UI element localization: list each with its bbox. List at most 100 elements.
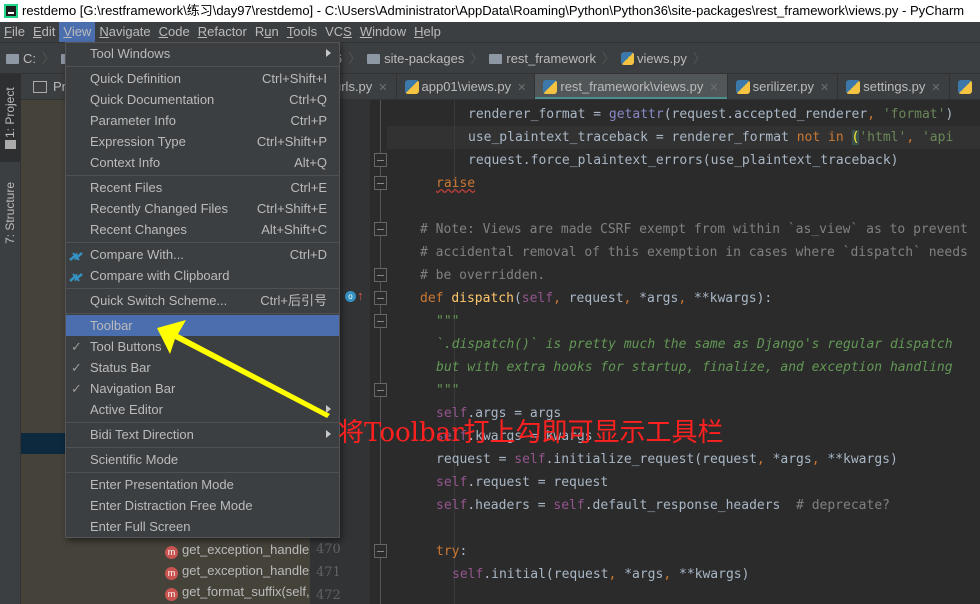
menu-item-status-bar[interactable]: ✓ Status Bar	[66, 357, 339, 378]
menu-item-label: Enter Presentation Mode	[90, 477, 234, 492]
editor-tab[interactable]: settings.py ✕	[838, 74, 950, 99]
submenu-arrow-icon	[326, 405, 331, 413]
compare-icon	[69, 248, 83, 261]
close-tab-icon[interactable]: ✕	[931, 82, 940, 94]
editor-tab[interactable]	[950, 74, 980, 99]
fold-marker-icon[interactable]	[374, 383, 387, 397]
menu-item-toolbar[interactable]: Toolbar	[66, 315, 339, 336]
breadcrumb-item[interactable]: C: 〉	[0, 43, 55, 75]
tool-window-structure-label: 7: Structure	[3, 181, 17, 244]
menu-item-navigation-bar[interactable]: ✓ Navigation Bar	[66, 378, 339, 399]
menu-item-label: Tool Buttons	[90, 339, 162, 354]
menu-item-label: Tool Windows	[90, 46, 171, 61]
line-number: 471	[316, 565, 341, 580]
menu-item-context-info[interactable]: Context Info Alt+Q	[66, 152, 339, 173]
menu-item-label: Quick Switch Scheme...	[90, 293, 228, 308]
editor-tab[interactable]: rest_framework\views.py ✕	[535, 74, 728, 99]
menu-run[interactable]: Run	[251, 22, 283, 42]
tool-window-project[interactable]: 1: Project	[0, 74, 21, 162]
menu-item-tool-windows[interactable]: Tool Windows	[66, 43, 339, 64]
menu-code[interactable]: Code	[155, 22, 194, 42]
menu-item-enter-presentation-mode[interactable]: Enter Presentation Mode	[66, 474, 339, 495]
menu-item-enter-distraction-free-mode[interactable]: Enter Distraction Free Mode	[66, 495, 339, 516]
menu-item-recent-changes[interactable]: Recent Changes Alt+Shift+C	[66, 219, 339, 240]
menu-item-quick-documentation[interactable]: Quick Documentation Ctrl+Q	[66, 89, 339, 110]
close-tab-icon[interactable]: ✕	[517, 82, 526, 94]
menu-item-label: Recently Changed Files	[90, 201, 229, 216]
close-tab-icon[interactable]: ✕	[378, 82, 387, 94]
override-marker[interactable]: o ↑	[345, 288, 367, 305]
menu-item-recently-changed-files[interactable]: Recently Changed Files Ctrl+Shift+E	[66, 198, 339, 219]
menu-item-label: Navigation Bar	[90, 381, 176, 396]
submenu-arrow-icon	[326, 49, 331, 57]
menu-item-recent-files[interactable]: Recent Files Ctrl+E	[66, 177, 339, 198]
tool-window-project-label: 1: Project	[3, 87, 17, 138]
menu-item-parameter-info[interactable]: Parameter Info Ctrl+P	[66, 110, 339, 131]
menu-item-label: Enter Distraction Free Mode	[90, 498, 253, 513]
folder-icon	[5, 140, 16, 149]
menu-item-quick-switch-scheme[interactable]: Quick Switch Scheme... Ctrl+后引号	[66, 290, 339, 311]
code-line: try:	[436, 544, 468, 559]
title-bar: restdemo [G:\restframework\练习\day97\rest…	[0, 0, 980, 22]
line-number: 470	[316, 542, 341, 557]
menu-item-scientific-mode[interactable]: Scientific Mode	[66, 449, 339, 470]
code-line: request = self.initialize_request(reques…	[436, 452, 898, 467]
editor-tab[interactable]: serilizer.py ✕	[728, 74, 839, 99]
fold-marker-icon[interactable]	[374, 268, 387, 282]
menu-item-compare-with-clipboard[interactable]: Compare with Clipboard	[66, 265, 339, 286]
breadcrumb-label: views.py	[636, 51, 687, 66]
code-line: but with extra hooks for startup, finali…	[436, 360, 953, 375]
breadcrumb-item[interactable]: views.py 〉	[615, 43, 706, 75]
close-tab-icon[interactable]: ✕	[709, 82, 718, 94]
fold-marker-icon[interactable]	[374, 153, 387, 167]
menu-item-label: Recent Changes	[90, 222, 187, 237]
breadcrumb-item[interactable]: rest_framework 〉	[483, 43, 615, 75]
fold-marker-icon[interactable]	[374, 176, 387, 190]
code-line: # accidental removal of this exemption i…	[420, 245, 968, 260]
tool-window-structure[interactable]: 7: Structure	[0, 168, 21, 248]
tree-item[interactable]: m get_exception_handle	[165, 560, 309, 581]
python-file-icon	[404, 80, 419, 94]
checkmark-icon: ✓	[71, 339, 82, 354]
menu-tools[interactable]: Tools	[283, 22, 321, 42]
menu-item-compare-with[interactable]: Compare With... Ctrl+D	[66, 244, 339, 265]
menu-help[interactable]: Help	[410, 22, 445, 42]
chevron-right-icon: 〉	[42, 51, 56, 66]
tree-item[interactable]: m get_exception_handle	[165, 539, 309, 560]
breadcrumb-label: C:	[23, 51, 36, 66]
menu-item-bidi-text-direction[interactable]: Bidi Text Direction	[66, 424, 339, 445]
menu-vcs[interactable]: VCS	[321, 22, 356, 42]
menu-item-enter-full-screen[interactable]: Enter Full Screen	[66, 516, 339, 537]
editor-tab-label: app01\views.py	[421, 79, 512, 94]
menu-separator	[66, 66, 339, 67]
menu-navigate[interactable]: Navigate	[95, 22, 154, 42]
menu-item-label: Quick Definition	[90, 71, 182, 86]
menu-item-tool-buttons[interactable]: ✓ Tool Buttons	[66, 336, 339, 357]
menu-file[interactable]: File	[0, 22, 29, 42]
code-line: request.force_plaintext_errors(use_plain…	[468, 153, 899, 168]
up-arrow-icon: ↑	[357, 288, 364, 303]
checkmark-icon: ✓	[71, 360, 82, 375]
fold-marker-icon[interactable]	[374, 291, 387, 305]
menu-item-active-editor[interactable]: Active Editor	[66, 399, 339, 420]
tree-item[interactable]: m get_format_suffix(self,	[165, 581, 310, 602]
menu-refactor[interactable]: Refactor	[194, 22, 251, 42]
fold-marker-icon[interactable]	[374, 314, 387, 328]
breadcrumb-item[interactable]: site-packages 〉	[361, 43, 483, 75]
menu-view[interactable]: View	[59, 22, 96, 42]
editor-tab[interactable]: app01\views.py ✕	[397, 74, 536, 99]
close-tab-icon[interactable]: ✕	[820, 82, 829, 94]
menu-window[interactable]: Window	[356, 22, 410, 42]
menu-edit[interactable]: Edit	[29, 22, 59, 42]
menu-item-label: Bidi Text Direction	[90, 427, 194, 442]
chevron-right-icon: 〉	[348, 51, 362, 66]
line-number: 472	[316, 588, 341, 603]
menu-item-label: Context Info	[90, 155, 161, 170]
tree-item-label: get_exception_handle	[182, 563, 310, 578]
fold-marker-icon[interactable]	[374, 222, 387, 236]
folder-icon	[489, 54, 503, 64]
menu-item-shortcut: Ctrl+Shift+E	[256, 201, 327, 216]
menu-item-quick-definition[interactable]: Quick Definition Ctrl+Shift+I	[66, 68, 339, 89]
fold-marker-icon[interactable]	[374, 544, 387, 558]
menu-item-expression-type[interactable]: Expression Type Ctrl+Shift+P	[66, 131, 339, 152]
